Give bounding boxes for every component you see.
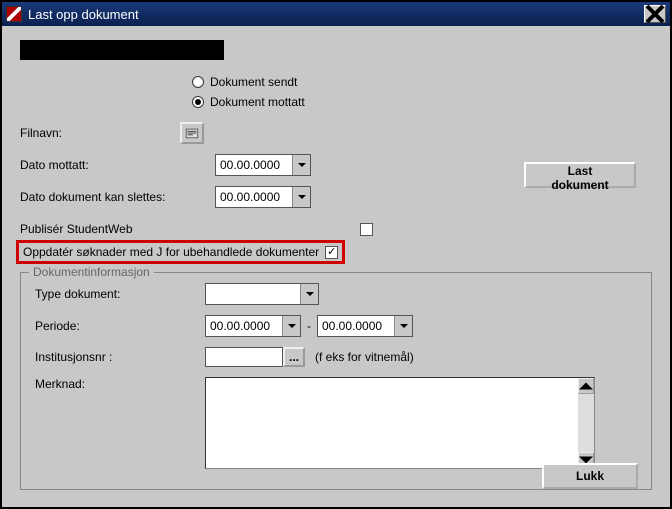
document-info-legend: Dokumentinformasjon — [29, 265, 154, 279]
note-textarea[interactable] — [206, 378, 578, 468]
scroll-up-icon[interactable] — [578, 378, 594, 394]
institution-hint: (f eks for vitnemål) — [315, 350, 414, 364]
note-field — [205, 377, 595, 469]
radio-document-received[interactable] — [192, 96, 204, 108]
institution-lookup-button[interactable]: ... — [283, 347, 305, 367]
radio-document-received-row[interactable]: Dokument mottatt — [192, 92, 652, 112]
titlebar: Last opp dokument — [2, 2, 670, 26]
period-from-field[interactable] — [205, 315, 301, 337]
doc-type-label: Type dokument: — [35, 287, 205, 301]
radio-document-sent[interactable] — [192, 76, 204, 88]
institution-nr-label: Institusjonsnr : — [35, 350, 205, 364]
update-applications-checkbox[interactable]: ✓ — [325, 246, 338, 259]
institution-nr-input[interactable] — [205, 347, 283, 367]
radio-document-sent-label: Dokument sendt — [210, 75, 297, 89]
date-deletable-input[interactable] — [216, 187, 292, 207]
app-icon — [6, 6, 22, 22]
chevron-down-icon[interactable] — [292, 155, 310, 175]
close-icon[interactable] — [644, 5, 666, 23]
browse-file-button[interactable] — [180, 122, 204, 144]
date-deletable-field[interactable] — [215, 186, 311, 208]
chevron-down-icon[interactable] — [292, 187, 310, 207]
chevron-down-icon[interactable] — [394, 316, 412, 336]
upload-document-window: Last opp dokument Dokument sendt Dokumen… — [0, 0, 672, 509]
date-received-input[interactable] — [216, 155, 292, 175]
radio-document-received-label: Dokument mottatt — [210, 95, 305, 109]
redacted-header — [20, 40, 224, 60]
date-received-label: Dato mottatt: — [20, 158, 215, 172]
update-applications-label: Oppdatér søknader med J for ubehandlede … — [23, 245, 319, 259]
publish-studentweb-label: Publisér StudentWeb — [20, 222, 360, 236]
note-scrollbar[interactable] — [578, 378, 594, 468]
note-label: Merknad: — [35, 377, 205, 391]
window-title: Last opp dokument — [28, 7, 644, 22]
doc-type-input[interactable] — [206, 284, 300, 304]
chevron-down-icon[interactable] — [282, 316, 300, 336]
period-to-input[interactable] — [318, 316, 394, 336]
radio-document-sent-row[interactable]: Dokument sendt — [192, 72, 652, 92]
close-button[interactable]: Lukk — [542, 463, 638, 489]
period-to-field[interactable] — [317, 315, 413, 337]
publish-studentweb-checkbox[interactable] — [360, 223, 373, 236]
update-applications-highlight: Oppdatér søknader med J for ubehandlede … — [16, 240, 345, 264]
date-received-field[interactable] — [215, 154, 311, 176]
period-separator: - — [307, 319, 311, 333]
date-deletable-label: Dato dokument kan slettes: — [20, 190, 215, 204]
document-info-group: Dokumentinformasjon Type dokument: Perio… — [20, 272, 652, 490]
doc-type-field[interactable] — [205, 283, 319, 305]
period-label: Periode: — [35, 319, 205, 333]
chevron-down-icon[interactable] — [300, 284, 318, 304]
filename-label: Filnavn: — [20, 126, 180, 140]
period-from-input[interactable] — [206, 316, 282, 336]
load-document-button[interactable]: Last dokument — [524, 162, 636, 188]
